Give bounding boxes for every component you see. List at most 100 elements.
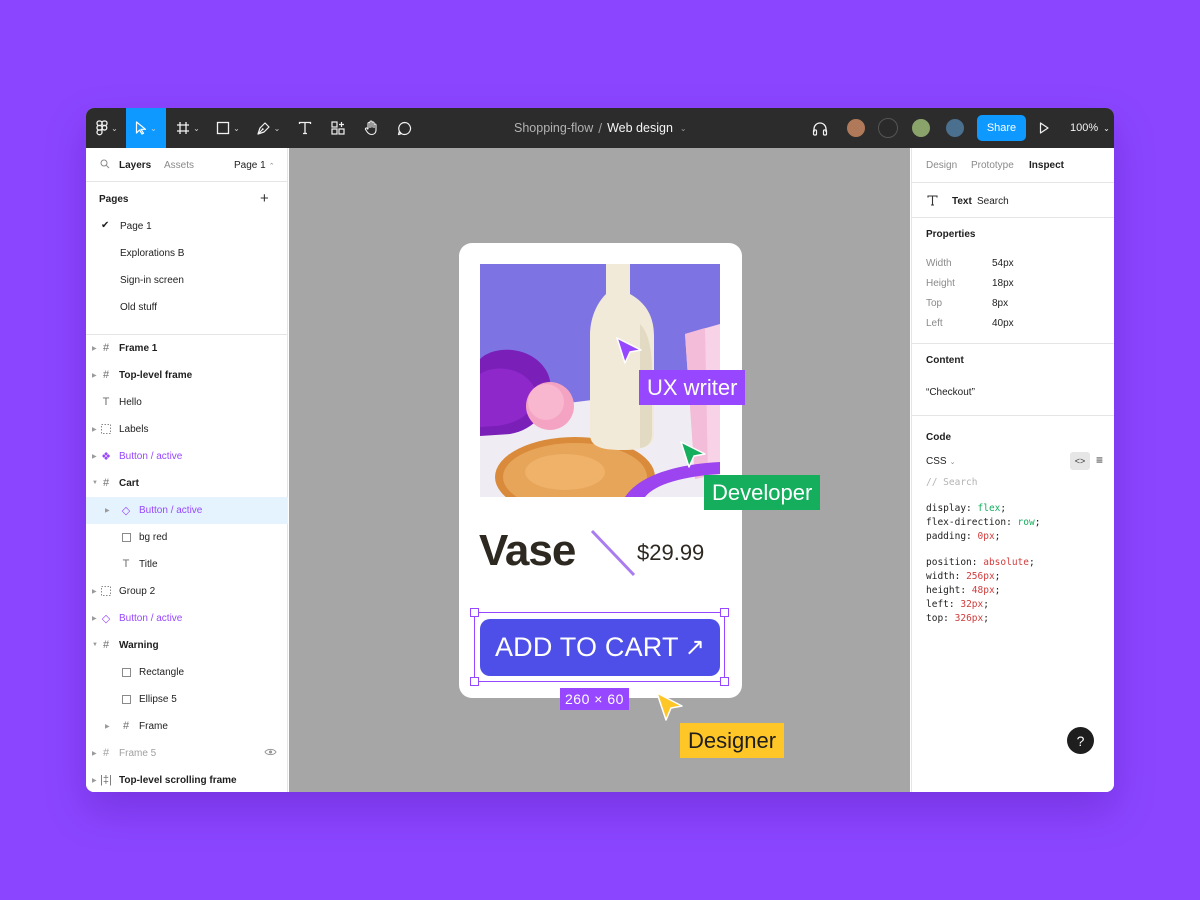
- layer-row[interactable]: T Hello: [86, 389, 288, 416]
- expand-arrow-icon[interactable]: ▶: [105, 723, 110, 730]
- tab-design[interactable]: Design: [926, 160, 957, 171]
- layer-row[interactable]: ▶ |‡| Top-level scrolling frame: [86, 767, 288, 792]
- selection-box[interactable]: [474, 612, 725, 682]
- comment-tool-button[interactable]: [391, 108, 417, 148]
- expand-arrow-icon[interactable]: ▶: [92, 372, 97, 379]
- shape-tool-button[interactable]: ⌄: [210, 108, 246, 148]
- layer-row[interactable]: ▶ # Frame 5: [86, 740, 288, 767]
- collapse-arrow-icon[interactable]: ▼: [92, 480, 98, 486]
- figma-menu-icon: [96, 120, 108, 136]
- eye-icon[interactable]: [264, 747, 277, 757]
- resize-handle[interactable]: [470, 677, 479, 686]
- layer-row[interactable]: ▶ ◇ Button / active: [86, 497, 288, 524]
- tab-inspect[interactable]: Inspect: [1029, 160, 1064, 171]
- layer-row[interactable]: ▶ Labels: [86, 416, 288, 443]
- layer-row[interactable]: ▼ # Cart: [86, 470, 288, 497]
- chevron-down-icon: ⌄: [1103, 123, 1110, 133]
- tab-prototype[interactable]: Prototype: [971, 160, 1014, 171]
- share-button[interactable]: Share: [977, 115, 1026, 141]
- hand-tool-button[interactable]: [358, 108, 384, 148]
- present-button[interactable]: [1036, 108, 1052, 148]
- layer-label: Button / active: [119, 613, 183, 624]
- code-line: position: absolute;: [926, 557, 1035, 568]
- code-line: left: 32px;: [926, 599, 989, 610]
- layer-row[interactable]: ▶ # Frame 1: [86, 335, 288, 362]
- property-value[interactable]: 8px: [992, 298, 1008, 309]
- divider: [912, 415, 1114, 416]
- file-title[interactable]: Shopping-flow / Web design ⌄: [514, 108, 687, 148]
- design-canvas[interactable]: Vase $29.99 ADD TO CART ↗ 260 × 60 UX wr…: [289, 148, 910, 792]
- expand-arrow-icon[interactable]: ▶: [92, 750, 97, 757]
- property-value[interactable]: 54px: [992, 258, 1014, 269]
- product-title[interactable]: Vase: [479, 526, 576, 576]
- expand-arrow-icon[interactable]: ▶: [92, 453, 97, 460]
- product-price[interactable]: $29.99: [637, 540, 704, 566]
- resize-handle[interactable]: [470, 608, 479, 617]
- layer-label: Hello: [119, 397, 142, 408]
- layer-label: Cart: [119, 478, 140, 489]
- expand-arrow-icon[interactable]: ▶: [92, 588, 97, 595]
- page-item[interactable]: Page 1: [120, 221, 152, 232]
- page-item[interactable]: Old stuff: [120, 302, 157, 313]
- expand-arrow-icon[interactable]: ▶: [92, 615, 97, 622]
- code-language-dropdown[interactable]: CSS ⌄: [926, 456, 955, 467]
- text-tool-button[interactable]: [292, 108, 318, 148]
- content-value[interactable]: “Checkout”: [926, 387, 975, 398]
- layer-row[interactable]: bg red: [86, 524, 288, 551]
- figma-menu-button[interactable]: ⌄: [92, 108, 122, 148]
- layer-row[interactable]: ▶ ❖ Button / active: [86, 443, 288, 470]
- property-label: Top: [926, 298, 943, 309]
- code-line: padding: 0px;: [926, 531, 1001, 542]
- expand-arrow-icon[interactable]: ▶: [92, 345, 97, 352]
- layer-row[interactable]: T Title: [86, 551, 288, 578]
- zoom-level: 100%: [1070, 122, 1099, 134]
- audio-button[interactable]: [810, 108, 830, 148]
- resize-handle[interactable]: [720, 677, 729, 686]
- avatar[interactable]: [945, 118, 965, 138]
- divider: [912, 343, 1114, 344]
- property-value[interactable]: 40px: [992, 318, 1014, 329]
- layer-row[interactable]: ▶ Group 2: [86, 578, 288, 605]
- avatar[interactable]: [846, 118, 866, 138]
- zoom-dropdown[interactable]: 100% ⌄: [1070, 108, 1110, 148]
- property-value[interactable]: 18px: [992, 278, 1014, 289]
- selected-layer-name: Search: [977, 196, 1009, 207]
- avatar[interactable]: [878, 118, 898, 138]
- layer-row[interactable]: ▶ # Top-level frame: [86, 362, 288, 389]
- help-button[interactable]: ?: [1067, 727, 1094, 754]
- code-view-icon[interactable]: <>: [1070, 452, 1090, 470]
- group-icon: [100, 585, 112, 597]
- layer-row[interactable]: ▼ # Warning: [86, 632, 288, 659]
- tab-assets[interactable]: Assets: [164, 160, 194, 171]
- hand-tool-icon: [364, 120, 377, 136]
- list-view-icon[interactable]: ≡: [1096, 453, 1103, 467]
- resize-handle[interactable]: [720, 608, 729, 617]
- layer-row[interactable]: ▶ # Frame: [86, 713, 288, 740]
- rectangle-icon: [120, 693, 132, 705]
- property-label: Height: [926, 278, 955, 289]
- expand-arrow-icon[interactable]: ▶: [92, 426, 97, 433]
- add-page-button[interactable]: +: [260, 190, 269, 207]
- tab-layers[interactable]: Layers: [119, 160, 151, 171]
- expand-arrow-icon[interactable]: ▶: [92, 777, 97, 784]
- frame-icon: #: [102, 747, 110, 759]
- right-panel-tabs: Design Prototype Inspect: [912, 148, 1114, 183]
- page-item[interactable]: Sign-in screen: [120, 275, 184, 286]
- layer-row[interactable]: Rectangle: [86, 659, 288, 686]
- selected-layer-type: Text: [952, 196, 972, 207]
- layer-row[interactable]: Ellipse 5: [86, 686, 288, 713]
- move-tool-button[interactable]: ⌄: [126, 108, 166, 148]
- expand-arrow-icon[interactable]: ▶: [105, 507, 110, 514]
- frame-icon: #: [102, 639, 110, 651]
- frame-tool-button[interactable]: ⌄: [170, 108, 206, 148]
- pen-tool-button[interactable]: ⌄: [250, 108, 286, 148]
- resources-button[interactable]: [325, 108, 351, 148]
- collapse-arrow-icon[interactable]: ▼: [92, 642, 98, 648]
- page-selector[interactable]: Page 1 ⌃: [234, 160, 275, 171]
- page-item[interactable]: Explorations B: [120, 248, 184, 259]
- search-icon[interactable]: [100, 159, 110, 169]
- avatar[interactable]: [911, 118, 931, 138]
- layer-label: Group 2: [119, 586, 156, 597]
- layer-row[interactable]: ▶ ◇ Button / active: [86, 605, 288, 632]
- chevron-down-icon: ⌄: [233, 123, 240, 133]
